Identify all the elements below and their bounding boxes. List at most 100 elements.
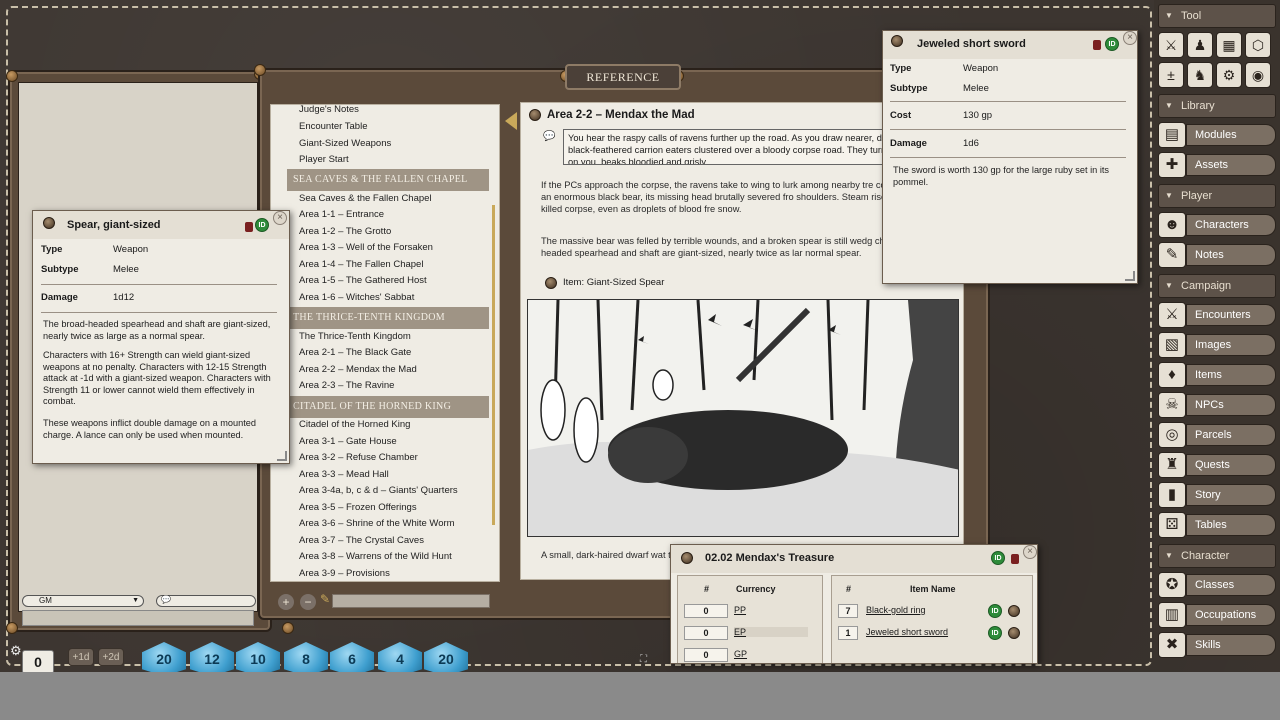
lock-icon[interactable]: [1093, 40, 1101, 50]
toc-item[interactable]: Area 3-3 – Mead Hall: [299, 468, 389, 482]
toc-item[interactable]: Judge's Notes: [299, 105, 359, 117]
resize-handle-icon[interactable]: [277, 451, 287, 461]
toc-item[interactable]: Area 2-1 – The Black Gate: [299, 346, 411, 360]
item-count[interactable]: 7: [838, 604, 858, 618]
sidebar-item-modules[interactable]: ▤ Modules: [1158, 122, 1278, 148]
toc-item[interactable]: Area 2-2 – Mendax the Mad: [299, 363, 417, 377]
identified-badge[interactable]: ID: [255, 218, 269, 232]
field-value[interactable]: Weapon: [963, 63, 998, 74]
remove-icon[interactable]: −: [300, 594, 316, 610]
item-name[interactable]: Black-gold ring: [866, 605, 926, 615]
color-wheel-icon[interactable]: ◉: [1245, 62, 1271, 88]
sidebar-item-quests[interactable]: ♜ Quests: [1158, 452, 1278, 478]
add-2d-button[interactable]: +2d: [98, 648, 124, 666]
sidebar-item-skills[interactable]: ✖ Skills: [1158, 632, 1278, 658]
field-value[interactable]: 1d12: [113, 292, 134, 303]
d20-icon[interactable]: ⬡: [1245, 32, 1271, 58]
sidebar-item-encounters[interactable]: ⚔ Encounters: [1158, 302, 1278, 328]
item-link[interactable]: Item: Giant-Sized Spear: [563, 277, 664, 288]
d4-die[interactable]: 4: [378, 642, 422, 676]
effects-icon[interactable]: ♞: [1187, 62, 1213, 88]
sidebar-item-parcels[interactable]: ◎ Parcels: [1158, 422, 1278, 448]
currency-amount[interactable]: 0: [684, 626, 728, 640]
d8-die[interactable]: 8: [284, 642, 328, 676]
toc-item[interactable]: Area 2-3 – The Ravine: [299, 379, 394, 393]
toc-item[interactable]: Encounter Table: [299, 120, 368, 134]
identified-badge[interactable]: ID: [988, 626, 1002, 640]
sidebar-item-classes[interactable]: ✪ Classes: [1158, 572, 1278, 598]
toc-item[interactable]: Area 1-6 – Witches' Sabbat: [299, 291, 414, 305]
back-arrow-icon[interactable]: [505, 112, 517, 130]
sidebar-header-character[interactable]: Character: [1158, 544, 1276, 568]
link-orb-icon[interactable]: [1008, 627, 1020, 639]
close-button[interactable]: ×: [273, 211, 287, 225]
reference-toc[interactable]: Judge's Notes Encounter Table Giant-Size…: [270, 104, 500, 582]
identified-badge[interactable]: ID: [988, 604, 1002, 618]
currency-amount[interactable]: 0: [684, 604, 728, 618]
d10-die[interactable]: 10: [236, 642, 280, 676]
sidebar-header-tool[interactable]: Tool: [1158, 4, 1276, 28]
sidebar-header-campaign[interactable]: Campaign: [1158, 274, 1276, 298]
item-count[interactable]: 1: [838, 626, 858, 640]
toc-item[interactable]: Area 1-1 – Entrance: [299, 208, 384, 222]
toc-search-input[interactable]: [332, 594, 490, 608]
sidebar-header-library[interactable]: Library: [1158, 94, 1276, 118]
spear-item-window[interactable]: Spear, giant-sized ID × Type Weapon Subt…: [32, 210, 290, 464]
identified-badge[interactable]: ID: [1105, 37, 1119, 51]
toc-item[interactable]: Sea Caves & the Fallen Chapel: [299, 192, 432, 206]
toc-section-header[interactable]: THE THRICE-TENTH KINGDOM: [287, 307, 489, 329]
lock-icon[interactable]: [1011, 554, 1019, 564]
move-handle-icon[interactable]: ⛶: [640, 654, 647, 665]
link-orb-icon[interactable]: [529, 109, 541, 121]
toc-item[interactable]: Area 1-4 – The Fallen Chapel: [299, 258, 423, 272]
d20-die-alt[interactable]: 20: [424, 642, 468, 676]
d6-die[interactable]: 6: [330, 642, 374, 676]
sidebar-item-assets[interactable]: ✚ Assets: [1158, 152, 1278, 178]
sidebar-item-occupations[interactable]: ▥ Occupations: [1158, 602, 1278, 628]
sidebar-item-items[interactable]: ♦ Items: [1158, 362, 1278, 388]
sword-item-window[interactable]: Jeweled short sword ID × Type Weapon Sub…: [882, 30, 1138, 284]
link-orb-icon[interactable]: [43, 217, 55, 229]
toc-section-header[interactable]: SEA CAVES & THE FALLEN CHAPEL: [287, 169, 489, 191]
sidebar-item-characters[interactable]: ☻ Characters: [1158, 212, 1278, 238]
field-value[interactable]: 1d6: [963, 138, 979, 149]
item-name[interactable]: Jeweled short sword: [866, 627, 948, 637]
chat-mode-select[interactable]: 💬: [156, 595, 256, 607]
toc-item[interactable]: Area 3-8 – Warrens of the Wild Hunt: [299, 550, 452, 564]
field-value[interactable]: Melee: [963, 83, 989, 94]
crossed-swords-icon[interactable]: ⚔: [1158, 32, 1184, 58]
close-button[interactable]: ×: [1123, 31, 1137, 45]
d20-die[interactable]: 20: [142, 642, 186, 676]
lock-icon[interactable]: [245, 222, 253, 232]
treasure-parcel-window[interactable]: 02.02 Mendax's Treasure ID × # Currency …: [670, 544, 1038, 664]
toc-item[interactable]: Area 3-7 – The Crystal Caves: [299, 534, 424, 548]
add-1d-button[interactable]: +1d: [68, 648, 94, 666]
sidebar-item-story[interactable]: ▮ Story: [1158, 482, 1278, 508]
toc-item[interactable]: Area 3-9 – Provisions: [299, 567, 390, 581]
modifier-box[interactable]: 0: [22, 650, 54, 674]
toc-item[interactable]: The Thrice-Tenth Kingdom: [299, 330, 411, 344]
sidebar-item-npcs[interactable]: ☠ NPCs: [1158, 392, 1278, 418]
link-orb-icon[interactable]: [545, 277, 557, 289]
options-gear-icon[interactable]: ⚙: [1216, 62, 1242, 88]
identified-badge[interactable]: ID: [991, 551, 1005, 565]
toc-scrollbar[interactable]: [492, 205, 495, 525]
chat-input[interactable]: [22, 610, 254, 626]
field-value[interactable]: Melee: [113, 264, 139, 275]
toc-item[interactable]: Area 3-6 – Shrine of the White Worm: [299, 517, 455, 531]
currency-name[interactable]: GP: [734, 649, 747, 659]
sidebar-item-images[interactable]: ▧ Images: [1158, 332, 1278, 358]
resize-handle-icon[interactable]: [1125, 271, 1135, 281]
toc-item[interactable]: Giant-Sized Weapons: [299, 137, 391, 151]
field-value[interactable]: Weapon: [113, 244, 148, 255]
sidebar-item-tables[interactable]: ⚄ Tables: [1158, 512, 1278, 538]
toc-item[interactable]: Area 1-2 – The Grotto: [299, 225, 391, 239]
modifiers-icon[interactable]: ±: [1158, 62, 1184, 88]
link-orb-icon[interactable]: [1008, 605, 1020, 617]
toc-item[interactable]: Citadel of the Horned King: [299, 418, 410, 432]
currency-name[interactable]: EP: [734, 627, 808, 637]
pin-icon[interactable]: ✎: [320, 592, 330, 606]
currency-amount[interactable]: 0: [684, 648, 728, 662]
toc-item[interactable]: Area 3-2 – Refuse Chamber: [299, 451, 418, 465]
toc-item[interactable]: Player Start: [299, 153, 349, 167]
